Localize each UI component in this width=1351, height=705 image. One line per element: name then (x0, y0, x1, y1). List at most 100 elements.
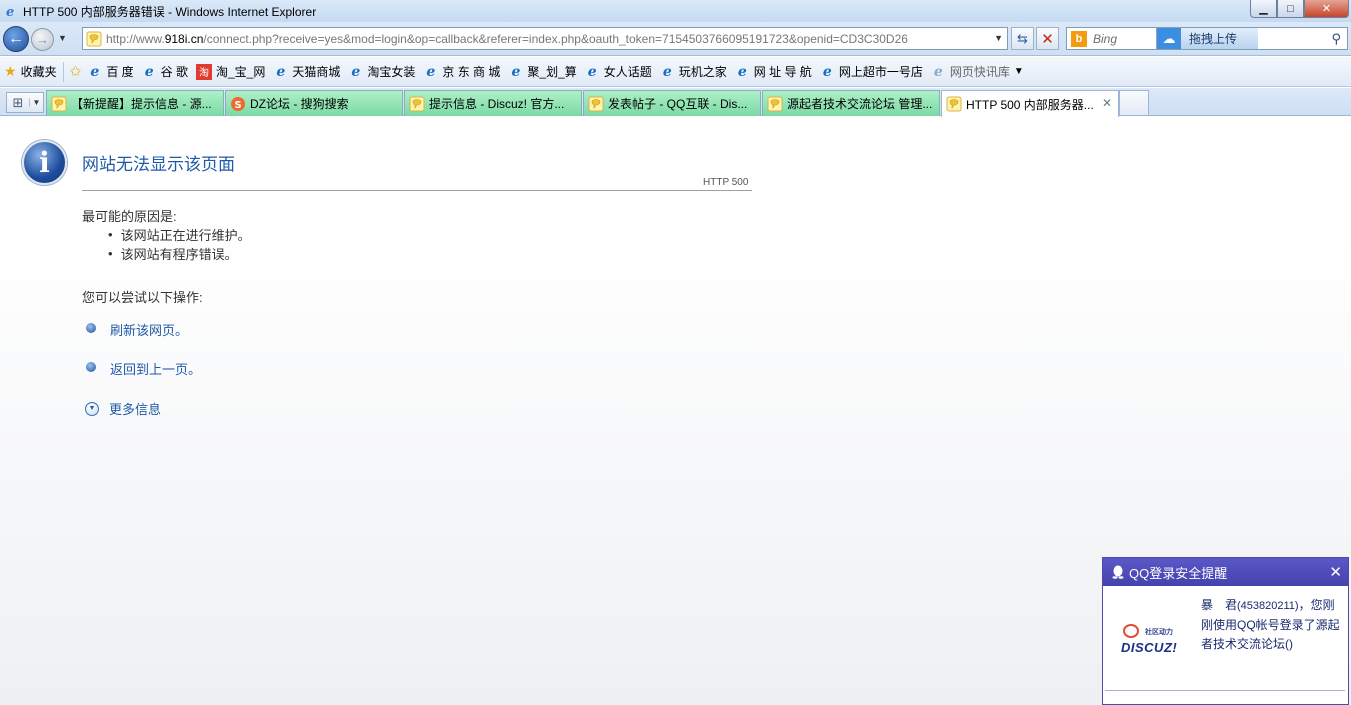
discuz-icon (409, 96, 425, 111)
quick-tabs-button[interactable]: ⊞ ▼ (6, 92, 44, 113)
sogou-icon: S (231, 96, 245, 111)
stop-button[interactable]: ✕ (1036, 27, 1059, 50)
address-path: /connect.php?receive=yes&mod=login&op=ca… (203, 31, 908, 46)
fav-link-tmall[interactable]: e 天猫商城 (269, 60, 344, 84)
search-icon[interactable]: ⚲ (1331, 31, 1341, 47)
info-icon: i (22, 140, 67, 185)
fav-link-label: 玩机之家 (678, 65, 727, 79)
fav-link-label: 网 址 导 航 (753, 65, 812, 79)
discuz-icon (946, 96, 962, 112)
ie-page-icon: e (511, 63, 521, 80)
maximize-button[interactable]: □ (1277, 0, 1304, 18)
go-back-link[interactable]: 返回到上一页。 (110, 359, 201, 378)
popup-close-icon[interactable]: ✕ (1329, 563, 1342, 581)
more-info-action[interactable]: ▼ 更多信息 (85, 399, 161, 418)
bing-logo-icon: b (1071, 30, 1087, 47)
more-info-link[interactable]: 更多信息 (109, 399, 161, 418)
tab-post-thread[interactable]: 发表帖子 - QQ互联 - Dis... (583, 90, 761, 116)
expand-chevron-icon[interactable]: ▼ (85, 401, 99, 416)
tab-label: HTTP 500 内部服务器... (966, 97, 1094, 112)
fav-link-label: 谷 歌 (160, 65, 188, 79)
forward-button[interactable]: → (31, 28, 54, 51)
web-slice-gallery[interactable]: e 网页快讯库 ▼ (927, 60, 1028, 84)
ie-page-icon: e (933, 63, 943, 80)
star-icon: ★ (4, 63, 17, 79)
fav-link-url-nav[interactable]: e网 址 导 航 (731, 60, 816, 84)
tab-forum-admin[interactable]: 源起者技术交流论坛 管理... (762, 90, 940, 116)
refresh-page-link[interactable]: 刷新该网页。 (110, 320, 188, 339)
chevron-down-icon: ▼ (1013, 66, 1024, 77)
fav-link-baidu[interactable]: e百 度 (83, 60, 137, 84)
fav-link-yhd[interactable]: e 网上超市一号店 (816, 60, 927, 84)
fav-link-taobao[interactable]: 淘淘_宝_网 (192, 60, 269, 84)
svg-text:e: e (6, 5, 14, 18)
address-input[interactable]: http://www.918i.cn/connect.php?receive=y… (106, 32, 986, 46)
fav-link-taobao-women[interactable]: e 淘宝女装 (344, 60, 419, 84)
add-favorite-button[interactable]: ✩ (66, 60, 84, 84)
actions-heading: 您可以尝试以下操作: (82, 290, 203, 305)
fav-link-label: 网上超市一号店 (838, 65, 923, 79)
fav-link-women-topics[interactable]: e 女人话题 (581, 60, 656, 84)
tab-new-reminder[interactable]: 【新提醒】提示信息 - 源... (46, 90, 224, 116)
favorites-label: 收藏夹 (20, 65, 57, 79)
minimize-button[interactable]: ▁ (1250, 0, 1277, 18)
popup-divider (1105, 690, 1345, 691)
fav-link-label: 淘_宝_网 (216, 65, 266, 79)
recent-pages-dropdown[interactable]: ▼ (58, 33, 70, 45)
logo-brand: DISCUZ! (1121, 640, 1178, 655)
go-back-action: 返回到上一页。 (86, 359, 201, 378)
fav-link-juhuasuan[interactable]: e 聚_划_算 (504, 60, 580, 84)
taobao-icon: 淘 (196, 63, 212, 80)
qq-penguin-icon (1111, 564, 1125, 580)
fav-link-google[interactable]: e谷 歌 (138, 60, 192, 84)
refresh-arrows-icon: ⇆ (1017, 30, 1028, 46)
grid-icon: ⊞ (12, 94, 24, 110)
popup-message: 暴 君(453820211)，您刚刚使用QQ帐号登录了源起者技术交流论坛() (1201, 596, 1343, 654)
favorites-button[interactable]: ★ 收藏夹 (0, 60, 61, 84)
reasons-heading: 最可能的原因是: (82, 209, 177, 224)
fav-link-label: 天猫商城 (292, 65, 341, 79)
qq-login-popup: QQ登录安全提醒 ✕ 社区动力 DISCUZ! 暴 君(453820211)，您… (1102, 557, 1349, 705)
tab-http-500[interactable]: HTTP 500 内部服务器... ✕ (941, 90, 1119, 117)
arrow-right-icon: → (36, 32, 49, 47)
fav-link-phone-home[interactable]: e 玩机之家 (656, 60, 731, 84)
close-button[interactable]: ✕ (1304, 0, 1349, 18)
favorites-bar: ★ 收藏夹 ✩ e 百 度 e 谷 歌 淘淘_宝_网 e 天猫商城 e 淘宝女装 e 京 … (0, 57, 1351, 87)
logo-tagline: 社区动力 (1145, 629, 1173, 636)
reasons-list: 该网站正在进行维护。 该网站有程序错误。 (108, 225, 251, 263)
discuz-icon (588, 96, 604, 111)
fav-link-jd[interactable]: e京 东 商 城 (419, 60, 504, 84)
address-dropdown-icon[interactable]: ▼ (994, 33, 1003, 43)
ie-page-icon: e (822, 63, 832, 80)
tab-list-dropdown[interactable]: ▼ (29, 98, 43, 107)
fav-link-label: 京 东 商 城 (442, 65, 501, 79)
fav-link-label: 百 度 (106, 65, 134, 79)
refresh-page-action: 刷新该网页。 (86, 320, 188, 339)
error-title: 网站无法显示该页面 (82, 155, 235, 174)
compatibility-view-button[interactable]: ⇆ (1011, 27, 1034, 50)
discuz-logo: 社区动力 DISCUZ! (1119, 624, 1181, 656)
drag-upload-button[interactable]: ☁ 拖拽上传 (1156, 28, 1258, 49)
search-box[interactable]: b Bing ☁ 拖拽上传 ⚲ (1066, 27, 1348, 50)
tab-sogou-search[interactable]: S DZ论坛 - 搜狗搜索 (225, 90, 403, 116)
favorites-divider (62, 61, 64, 82)
close-tab-icon[interactable]: ✕ (1102, 96, 1112, 110)
search-input[interactable]: Bing (1093, 32, 1159, 46)
tab-label: 源起者技术交流论坛 管理... (787, 97, 933, 111)
tab-label: 【新提醒】提示信息 - 源... (71, 97, 212, 111)
title-bar: e HTTP 500 内部服务器错误 - Windows Internet Ex… (0, 0, 1351, 22)
popup-title: QQ登录安全提醒 (1129, 565, 1228, 581)
user-name: 暴 君 (1201, 598, 1238, 612)
ie-page-icon: e (587, 63, 597, 80)
new-tab-button[interactable] (1119, 90, 1149, 115)
back-button[interactable]: ← (3, 26, 29, 52)
error-code: HTTP 500 (703, 177, 749, 188)
cloud-upload-icon: ☁ (1157, 28, 1181, 49)
tab-discuz-official[interactable]: 提示信息 - Discuz! 官方... (404, 90, 582, 116)
tab-label: 提示信息 - Discuz! 官方... (429, 97, 565, 111)
fav-link-label: 淘宝女装 (367, 65, 416, 79)
address-bar[interactable]: http://www.918i.cn/connect.php?receive=y… (82, 27, 1008, 50)
discuz-favicon-icon (86, 31, 102, 46)
list-item: 该网站正在进行维护。 (108, 225, 251, 244)
arrow-left-icon: ← (8, 30, 24, 47)
